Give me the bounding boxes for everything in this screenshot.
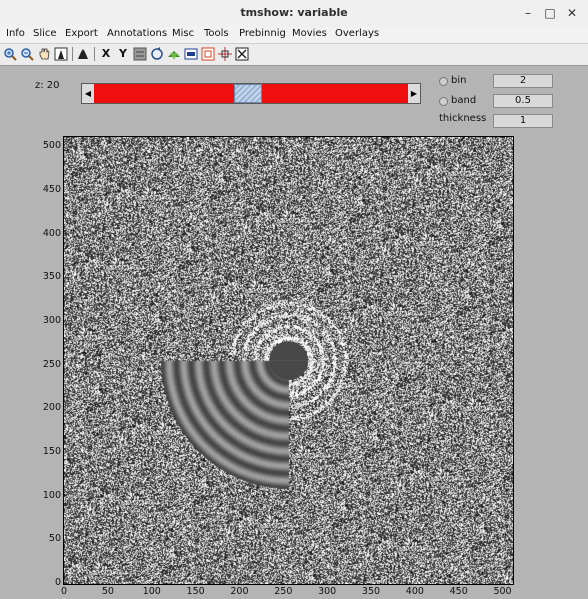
window-title: tmshow: variable [240,6,348,19]
x-tick-label: 250 [274,586,293,597]
arrows-icon[interactable] [167,47,181,61]
y-tick-label: 300 [42,315,61,327]
thickness-field[interactable]: 1 [493,114,553,128]
zoom-in-icon[interactable] [3,47,17,61]
y-tick-label: 350 [42,271,61,283]
menu-movies[interactable]: Movies [292,28,327,39]
slider-left-arrow-icon[interactable]: ◀ [82,84,94,103]
x-tick-label: 100 [142,586,161,597]
slider-right-arrow-icon[interactable]: ▶ [408,84,420,103]
rotate-icon[interactable] [150,47,164,61]
band-radio[interactable] [439,97,448,106]
menu-export[interactable]: Export [65,28,98,39]
slider-thumb[interactable] [234,84,263,103]
pan-hand-icon[interactable] [37,47,51,61]
menu-tools[interactable]: Tools [204,28,229,39]
maximize-button[interactable]: □ [542,5,558,21]
y-axis-icon[interactable]: Y [116,47,130,61]
toolbar: X Y [0,43,588,66]
thickness-label: thickness [439,113,487,124]
menu-overlays[interactable]: Overlays [335,28,379,39]
band-label: band [451,95,477,106]
x-tick-label: 350 [361,586,381,597]
x-tick-label: 0 [61,586,68,597]
x-axis-icon[interactable]: X [99,47,113,61]
bin-field[interactable]: 2 [493,74,553,88]
y-tick-label: 50 [48,533,61,545]
y-tick-label: 250 [42,358,61,370]
menu-slice[interactable]: Slice [33,28,57,39]
bin-label: bin [451,75,467,86]
menu-prebinnig[interactable]: Prebinnig [239,28,286,39]
bin-radio[interactable] [439,77,448,86]
y-tick-label: 500 [42,140,61,152]
menu-bar: Info Slice Export Annotations Misc Tools… [0,27,588,43]
grid-icon[interactable] [133,47,147,61]
plot-overlay [64,341,513,380]
x-tick-label: 450 [449,586,468,597]
z-slice-label: z: 20 [35,80,60,91]
x-tick-label: 400 [405,586,424,597]
slice-slider[interactable]: ◀ ▶ [81,83,421,104]
x-tick-label: 500 [493,586,512,597]
close-button[interactable]: ✕ [564,5,580,21]
menu-info[interactable]: Info [6,28,25,39]
x-tick-label: 150 [186,586,205,597]
band-field[interactable]: 0.5 [493,94,553,108]
y-tick-label: 200 [42,402,61,414]
zoom-out-icon[interactable] [20,47,34,61]
x-tick-label: 300 [318,586,337,597]
colorbar-icon[interactable] [184,47,198,61]
region-icon[interactable] [201,47,215,61]
y-tick-label: 100 [42,489,61,501]
minimize-button[interactable]: – [520,5,536,21]
menu-annotations[interactable]: Annotations [107,28,167,39]
y-tick-label: 150 [42,446,61,458]
menu-misc[interactable]: Misc [172,28,194,39]
image-plot[interactable] [63,136,514,585]
title-bar: tmshow: variable – □ ✕ [0,0,588,28]
y-tick-label: 450 [42,184,61,196]
crosshair-icon[interactable] [218,47,232,61]
picker-icon[interactable] [54,47,68,61]
x-tick-label: 200 [230,586,249,597]
x-tick-label: 50 [101,586,114,597]
histogram-icon[interactable] [76,47,90,61]
y-tick-label: 400 [42,227,61,239]
fit-icon[interactable] [235,47,249,61]
